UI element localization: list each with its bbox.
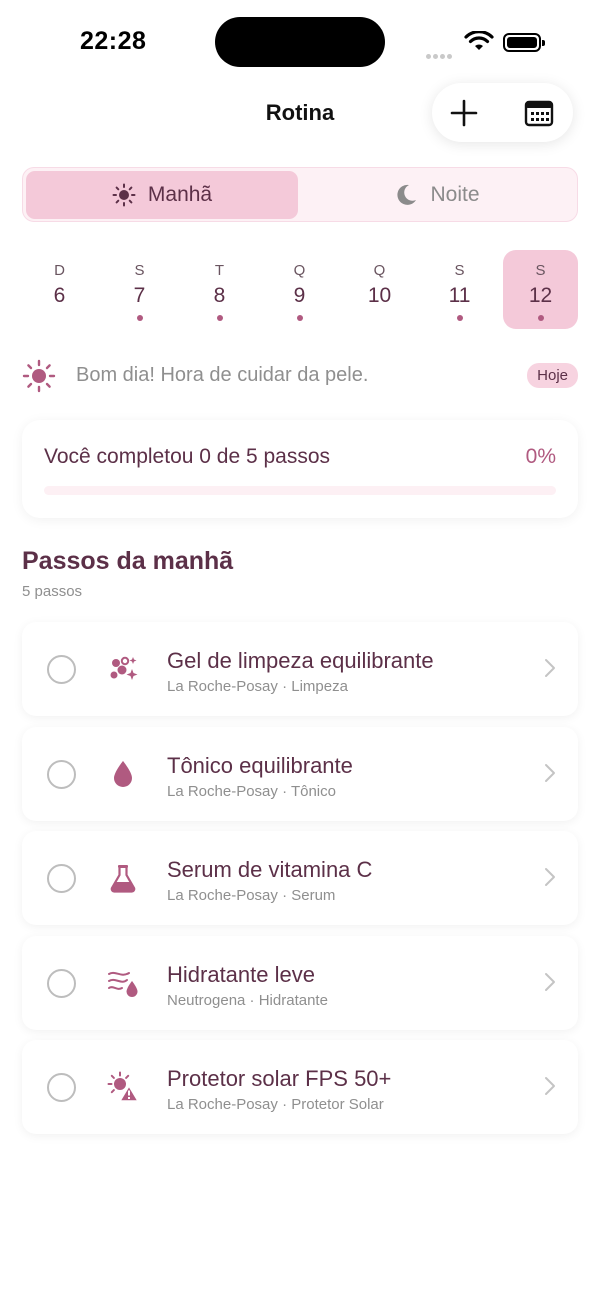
step-row[interactable]: Serum de vitamina C La Roche-Posay · Ser… <box>22 831 578 925</box>
step-meta: Neutrogena · Hidratante <box>167 992 328 1009</box>
step-checkbox[interactable] <box>47 969 76 998</box>
section-title: Passos da manhã <box>22 547 234 575</box>
plus-icon <box>450 99 478 126</box>
activity-dot <box>136 315 143 321</box>
day-11[interactable]: S 11 <box>422 250 497 329</box>
greeting-row: Bom dia! Hora de cuidar da pele. Hoje <box>22 356 578 396</box>
battery-icon <box>503 33 545 52</box>
activity-dot <box>456 315 463 321</box>
segment-morning-label: Manhã <box>147 183 213 206</box>
day-number: 7 <box>133 284 146 307</box>
segment-night-label: Noite <box>430 183 480 206</box>
day-6[interactable]: D 6 <box>22 250 97 329</box>
section-subtitle: 5 passos <box>22 583 83 600</box>
step-meta: La Roche-Posay · Serum <box>167 887 336 904</box>
wave-drop-icon <box>106 966 140 1000</box>
step-checkbox[interactable] <box>47 655 76 684</box>
calendar-button[interactable] <box>509 83 569 142</box>
step-row[interactable]: Tônico equilibrante La Roche-Posay · Tôn… <box>22 727 578 821</box>
segment-morning[interactable]: Manhã <box>26 171 298 219</box>
day-number: 8 <box>213 284 226 307</box>
sun-icon <box>22 359 56 393</box>
step-meta: La Roche-Posay · Tônico <box>167 783 336 800</box>
step-checkbox[interactable] <box>47 864 76 893</box>
moon-icon <box>397 184 417 205</box>
activity-dot <box>216 315 223 321</box>
status-bar: 22:28 <box>0 0 600 86</box>
day-letter: Q <box>293 262 306 279</box>
signal-icon <box>426 46 454 64</box>
step-meta: La Roche-Posay · Protetor Solar <box>167 1096 384 1113</box>
step-row[interactable]: Hidratante leve Neutrogena · Hidratante <box>22 936 578 1030</box>
day-letter: T <box>214 262 225 279</box>
nav-actions <box>432 83 573 142</box>
step-name: Tônico equilibrante <box>167 753 353 778</box>
day-10[interactable]: Q 10 <box>342 250 417 329</box>
calendar-icon <box>524 100 554 126</box>
today-badge[interactable]: Hoje <box>527 363 578 388</box>
day-letter: S <box>134 262 145 279</box>
drop-icon <box>106 757 140 791</box>
status-time: 22:28 <box>80 27 147 55</box>
day-number: 11 <box>448 284 471 307</box>
activity-dot <box>537 315 544 321</box>
greeting-text: Bom dia! Hora de cuidar da pele. <box>76 364 369 386</box>
progress-card: Você completou 0 de 5 passos 0% <box>22 420 578 518</box>
chevron-right-icon <box>545 1077 555 1095</box>
day-7[interactable]: S 7 <box>102 250 177 329</box>
sun-icon <box>112 183 136 207</box>
segment-night[interactable]: Noite <box>299 171 575 219</box>
day-9[interactable]: Q 9 <box>262 250 337 329</box>
add-button[interactable] <box>434 83 494 142</box>
step-name: Protetor solar FPS 50+ <box>167 1066 392 1091</box>
flask-icon <box>106 861 140 895</box>
day-letter: S <box>454 262 465 279</box>
step-row[interactable]: Gel de limpeza equilibrante La Roche-Pos… <box>22 622 578 716</box>
step-name: Hidratante leve <box>167 962 315 987</box>
sun-warning-icon <box>106 1070 140 1104</box>
day-letter: S <box>535 262 546 279</box>
step-checkbox[interactable] <box>47 760 76 789</box>
progress-text: Você completou 0 de 5 passos <box>44 445 331 468</box>
day-letter: Q <box>373 262 386 279</box>
week-strip: D 6 S 7 T 8 Q 9 Q 10 S 11 S 12 <box>20 250 580 330</box>
chevron-right-icon <box>545 868 555 886</box>
chevron-right-icon <box>545 764 555 782</box>
bubbles-icon <box>106 652 140 686</box>
wifi-icon <box>464 31 494 50</box>
progress-bar <box>44 486 556 495</box>
step-row[interactable]: Protetor solar FPS 50+ La Roche-Posay · … <box>22 1040 578 1134</box>
routine-segment-control: Manhã Noite <box>22 167 578 222</box>
progress-percent: 0% <box>525 445 556 468</box>
chevron-right-icon <box>545 973 555 991</box>
day-12-selected[interactable]: S 12 <box>503 250 578 329</box>
dynamic-island <box>215 17 385 67</box>
day-number: 6 <box>53 284 66 307</box>
step-checkbox[interactable] <box>47 1073 76 1102</box>
day-8[interactable]: T 8 <box>182 250 257 329</box>
step-name: Gel de limpeza equilibrante <box>167 648 434 673</box>
day-letter: D <box>54 262 65 279</box>
day-number: 10 <box>367 284 392 307</box>
step-name: Serum de vitamina C <box>167 857 373 882</box>
day-number: 12 <box>528 284 553 307</box>
activity-dot <box>296 315 303 321</box>
chevron-right-icon <box>545 659 555 677</box>
step-meta: La Roche-Posay · Limpeza <box>167 678 348 695</box>
day-number: 9 <box>293 284 306 307</box>
